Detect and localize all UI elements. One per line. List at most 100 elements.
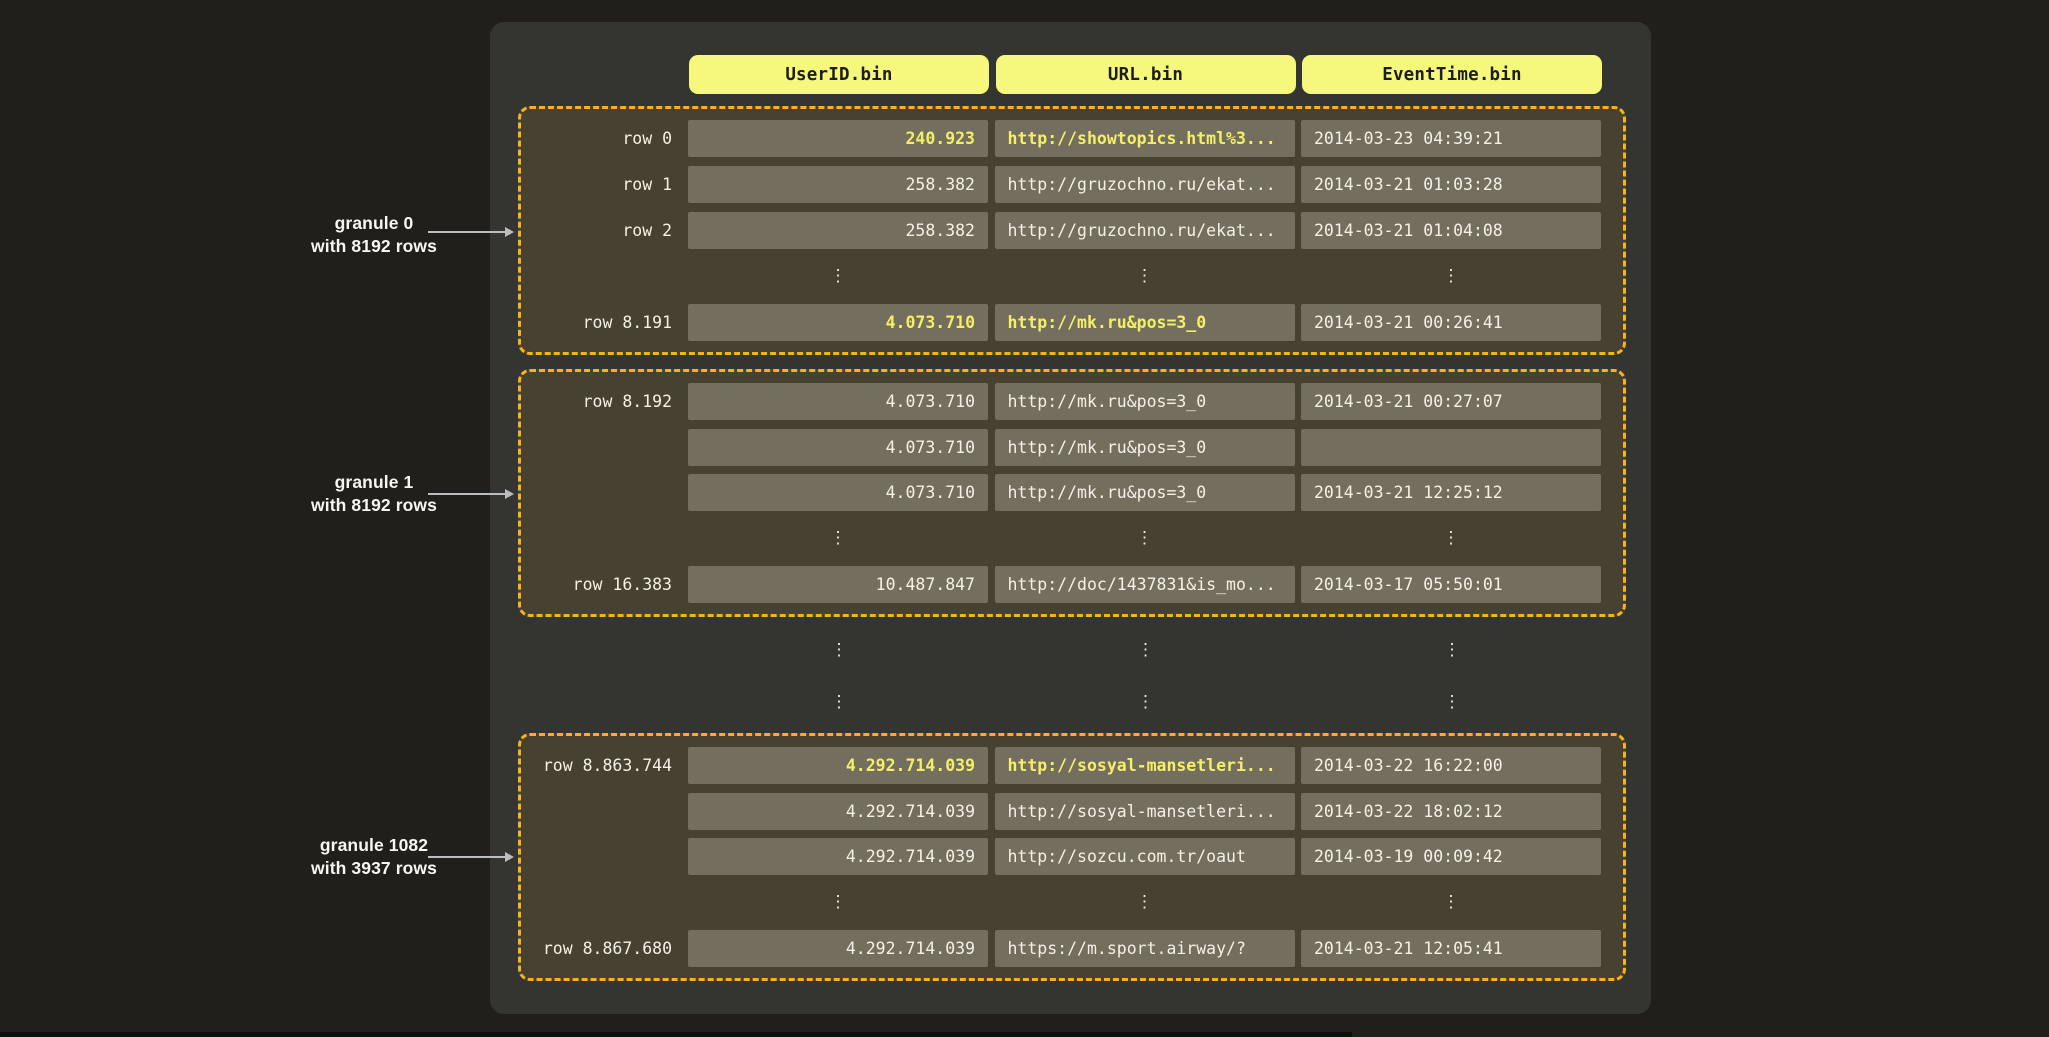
column-header-userid-bin: UserID.bin [689, 55, 989, 94]
between-granules-ellipsis-row: ⋮ ⋮ ⋮ [689, 690, 1602, 714]
granule-box: row 8.863.7444.292.714.039http://sosyal-… [518, 733, 1626, 981]
ellipsis: ⋮ [1444, 642, 1461, 659]
cell-eventtime: 2014-03-21 00:27:07 [1301, 383, 1601, 420]
ellipsis-row: ⋮ ⋮ ⋮ [521, 520, 1623, 557]
ellipsis-glyph: ⋮ [1136, 530, 1153, 547]
diagram-canvas: { "diagram": { "columns": [ {"header": "… [0, 0, 2049, 1037]
cell-url: https://m.sport.airway/? [995, 930, 1295, 967]
table-row: 4.073.710http://mk.ru&pos=3_02014-03-21 … [521, 474, 1623, 511]
cell-url: http://mk.ru&pos=3_0 [995, 429, 1295, 466]
granule-1082-arrow-icon [428, 856, 506, 858]
table-row: row 16.38310.487.847http://doc/1437831&i… [521, 566, 1623, 603]
table-row: 4.292.714.039http://sozcu.com.tr/oaut201… [521, 838, 1623, 875]
ellipsis: ⋮ [831, 642, 848, 659]
row-label: row 8.867.680 [521, 939, 688, 958]
cell-eventtime: 2014-03-22 18:02:12 [1301, 793, 1601, 830]
ellipsis-glyph: ⋮ [830, 894, 847, 911]
table-row: row 0240.923http://showtopics.html%3...2… [521, 120, 1623, 157]
data-part-panel: UserID.bin URL.bin EventTime.bin row 024… [490, 22, 1651, 1014]
cell-url: http://gruzochno.ru/ekat... [995, 212, 1295, 249]
cell-userid: 258.382 [688, 212, 988, 249]
column-header-eventtime-bin: EventTime.bin [1302, 55, 1602, 94]
ellipsis: ⋮ [1301, 520, 1601, 557]
ellipsis: ⋮ [688, 258, 988, 295]
cell-userid: 4.073.710 [688, 474, 988, 511]
table-row: row 8.1924.073.710http://mk.ru&pos=3_020… [521, 383, 1623, 420]
cell-eventtime: 2014-03-22 16:22:00 [1301, 747, 1601, 784]
cell-url: http://showtopics.html%3... [995, 120, 1295, 157]
row-label: row 0 [521, 129, 688, 148]
granule-0-label-line2: with 8192 rows [214, 235, 534, 258]
ellipsis-glyph: ⋮ [1136, 268, 1153, 285]
granule-1-label-line1: granule 1 [214, 471, 534, 494]
cell-userid: 258.382 [688, 166, 988, 203]
ellipsis-row: ⋮ ⋮ ⋮ [521, 884, 1623, 921]
table-row: 4.292.714.039http://sosyal-mansetleri...… [521, 793, 1623, 830]
granule-box: row 8.1924.073.710http://mk.ru&pos=3_020… [518, 369, 1626, 617]
cell-eventtime [1301, 429, 1601, 466]
granule-1-arrow-icon [428, 493, 506, 495]
bottom-edge-shadow [0, 1032, 1352, 1037]
ellipsis-row: ⋮ ⋮ ⋮ [521, 258, 1623, 295]
cell-userid: 4.073.710 [688, 304, 988, 341]
ellipsis-glyph: ⋮ [1443, 268, 1460, 285]
cell-userid: 4.073.710 [688, 429, 988, 466]
ellipsis: ⋮ [1137, 694, 1154, 711]
cell-eventtime: 2014-03-21 01:03:28 [1301, 166, 1601, 203]
cell-url: http://mk.ru&pos=3_0 [995, 383, 1295, 420]
cell-url: http://sozcu.com.tr/oaut [995, 838, 1295, 875]
cell-userid: 4.292.714.039 [688, 838, 988, 875]
cell-userid: 4.292.714.039 [688, 930, 988, 967]
row-label: row 2 [521, 221, 688, 240]
column-headers: UserID.bin URL.bin EventTime.bin [689, 55, 1602, 94]
cell-url: http://sosyal-mansetleri... [995, 747, 1295, 784]
granule-1082-label-line1: granule 1082 [214, 834, 534, 857]
ellipsis-glyph: ⋮ [1443, 530, 1460, 547]
row-label: row 8.191 [521, 313, 688, 332]
between-granules-ellipsis-row: ⋮ ⋮ ⋮ [689, 638, 1602, 662]
ellipsis-glyph: ⋮ [830, 268, 847, 285]
cell-url: http://doc/1437831&is_mo... [995, 566, 1295, 603]
ellipsis: ⋮ [995, 258, 1295, 295]
ellipsis: ⋮ [1301, 258, 1601, 295]
ellipsis-glyph: ⋮ [1136, 894, 1153, 911]
cell-url: http://mk.ru&pos=3_0 [995, 474, 1295, 511]
row-label: row 8.192 [521, 392, 688, 411]
ellipsis: ⋮ [688, 520, 988, 557]
cell-eventtime: 2014-03-21 01:04:08 [1301, 212, 1601, 249]
ellipsis: ⋮ [831, 694, 848, 711]
cell-url: http://mk.ru&pos=3_0 [995, 304, 1295, 341]
granule-box: row 0240.923http://showtopics.html%3...2… [518, 106, 1626, 355]
cell-userid: 4.292.714.039 [688, 747, 988, 784]
ellipsis-glyph: ⋮ [830, 530, 847, 547]
granule-1082-label-line2: with 3937 rows [214, 857, 534, 880]
granule-1-label-line2: with 8192 rows [214, 494, 534, 517]
granule-0-arrow-icon [428, 231, 506, 233]
ellipsis-glyph: ⋮ [1443, 894, 1460, 911]
granule-0-label: granule 0 with 8192 rows [214, 212, 534, 258]
table-row: row 8.863.7444.292.714.039http://sosyal-… [521, 747, 1623, 784]
cell-eventtime: 2014-03-21 12:05:41 [1301, 930, 1601, 967]
ellipsis: ⋮ [995, 520, 1295, 557]
cell-userid: 10.487.847 [688, 566, 988, 603]
table-row: row 8.867.6804.292.714.039https://m.spor… [521, 930, 1623, 967]
ellipsis: ⋮ [995, 884, 1295, 921]
cell-eventtime: 2014-03-21 12:25:12 [1301, 474, 1601, 511]
cell-userid: 240.923 [688, 120, 988, 157]
cell-userid: 4.073.710 [688, 383, 988, 420]
row-label: row 16.383 [521, 575, 688, 594]
table-row: row 8.1914.073.710http://mk.ru&pos=3_020… [521, 304, 1623, 341]
ellipsis: ⋮ [1137, 642, 1154, 659]
table-row: row 1258.382http://gruzochno.ru/ekat...2… [521, 166, 1623, 203]
table-row: row 2258.382http://gruzochno.ru/ekat...2… [521, 212, 1623, 249]
ellipsis: ⋮ [688, 884, 988, 921]
ellipsis: ⋮ [1444, 694, 1461, 711]
ellipsis: ⋮ [1301, 884, 1601, 921]
cell-userid: 4.292.714.039 [688, 793, 988, 830]
cell-url: http://sosyal-mansetleri... [995, 793, 1295, 830]
table-row: 4.073.710http://mk.ru&pos=3_0 [521, 429, 1623, 466]
cell-eventtime: 2014-03-21 00:26:41 [1301, 304, 1601, 341]
cell-eventtime: 2014-03-17 05:50:01 [1301, 566, 1601, 603]
cell-eventtime: 2014-03-19 00:09:42 [1301, 838, 1601, 875]
row-label: row 1 [521, 175, 688, 194]
